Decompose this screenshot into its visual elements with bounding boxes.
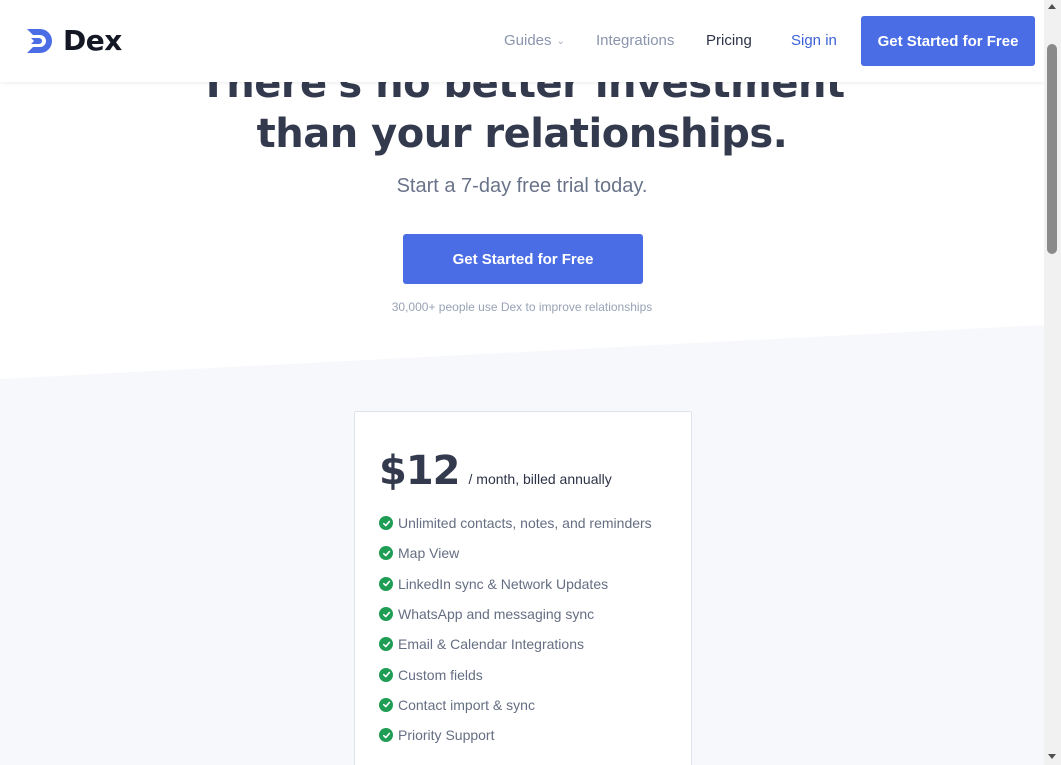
feature-item: Email & Calendar Integrations: [379, 629, 652, 659]
feature-item: Unlimited contacts, notes, and reminders: [379, 508, 652, 538]
site-header: Dex Guides ⌄ Integrations Pricing Sign in…: [0, 0, 1044, 82]
feature-item: WhatsApp and messaging sync: [379, 599, 652, 629]
check-circle-icon: [379, 728, 393, 743]
feature-label: Contact import & sync: [398, 696, 535, 713]
scrollbar-thumb[interactable]: [1047, 44, 1057, 254]
feature-item: Custom fields: [379, 659, 652, 689]
nav-sign-in[interactable]: Sign in: [791, 32, 837, 49]
price-amount: $12: [379, 448, 460, 494]
feature-label: WhatsApp and messaging sync: [398, 606, 595, 623]
vertical-scrollbar[interactable]: [1044, 0, 1061, 765]
feature-item: LinkedIn sync & Network Updates: [379, 569, 652, 599]
pricing-card: $12 / month, billed annually Unlimited c…: [354, 411, 692, 765]
feature-label: Unlimited contacts, notes, and reminders: [398, 515, 652, 532]
check-circle-icon: [379, 667, 393, 682]
hero-title-line-2: than your relationships.: [256, 111, 788, 157]
feature-label: LinkedIn sync & Network Updates: [398, 575, 609, 592]
header-get-started-button[interactable]: Get Started for Free: [861, 16, 1035, 66]
dex-logo-icon: [27, 28, 52, 53]
feature-item: Map View: [379, 538, 652, 568]
check-circle-icon: [379, 607, 393, 622]
nav-guides-label: Guides: [504, 32, 552, 49]
hero-get-started-button[interactable]: Get Started for Free: [403, 234, 643, 284]
hero-social-proof: 30,000+ people use Dex to improve relati…: [391, 300, 653, 314]
nav-guides-dropdown[interactable]: Guides ⌄: [504, 32, 565, 49]
feature-item: Priority Support: [379, 720, 652, 750]
nav-pricing[interactable]: Pricing: [706, 32, 752, 49]
price-row: $12 / month, billed annually: [379, 448, 612, 494]
feature-label: Priority Support: [398, 727, 495, 744]
logo-link[interactable]: Dex: [25, 24, 122, 57]
check-circle-icon: [379, 546, 393, 561]
feature-label: Email & Calendar Integrations: [398, 636, 584, 653]
nav-integrations[interactable]: Integrations: [596, 32, 674, 49]
logo-wordmark: Dex: [63, 24, 122, 57]
feature-label: Custom fields: [398, 666, 483, 683]
feature-item: Contact import & sync: [379, 690, 652, 720]
page: There's no better investment than your r…: [0, 0, 1044, 765]
price-period: / month, billed annually: [468, 471, 612, 487]
feature-label: Map View: [398, 545, 460, 562]
hero-subtitle: Start a 7-day free trial today.: [396, 175, 648, 197]
check-circle-icon: [379, 516, 393, 531]
chevron-down-icon: ⌄: [556, 36, 565, 47]
check-circle-icon: [379, 576, 393, 591]
feature-list: Unlimited contacts, notes, and reminders…: [379, 508, 652, 750]
scroll-down-arrow-icon[interactable]: [1048, 754, 1056, 759]
check-circle-icon: [379, 697, 393, 712]
scroll-up-arrow-icon[interactable]: [1048, 4, 1056, 9]
check-circle-icon: [379, 637, 393, 652]
